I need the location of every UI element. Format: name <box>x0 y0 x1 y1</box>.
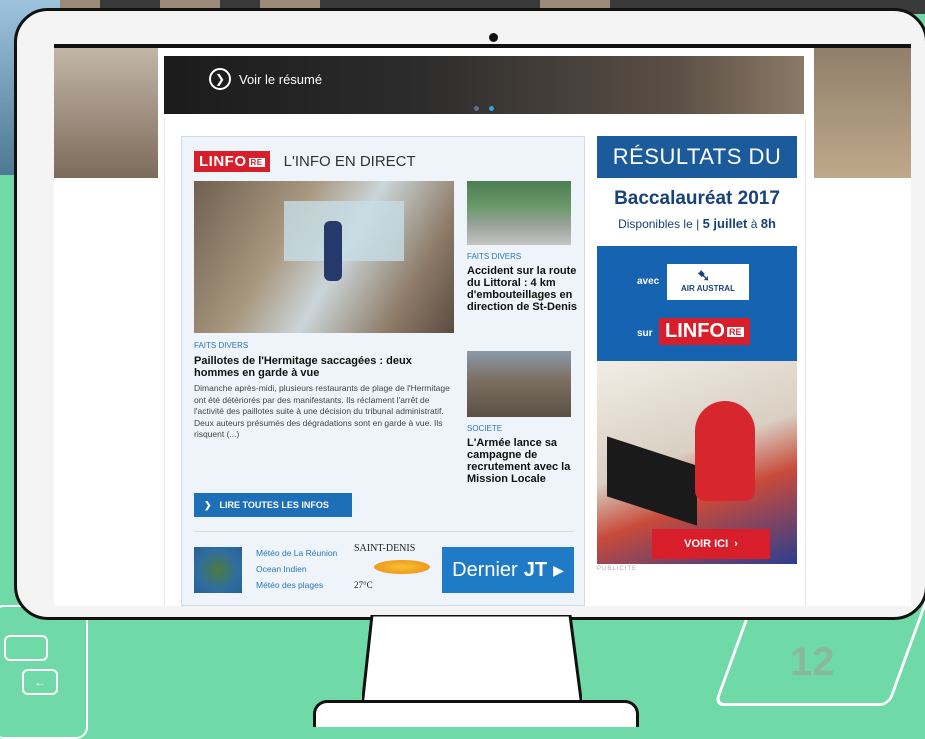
ad-sur-label: sur <box>637 328 653 339</box>
main-article-title[interactable]: Paillotes de l'Hermitage saccagées : deu… <box>194 355 434 379</box>
hero-slider[interactable]: ❯ Voir le résumé <box>164 56 804 114</box>
air-austral-logo: AIR AUSTRAL <box>667 264 749 300</box>
panel-header: LINFO RE L'INFO EN DIRECT <box>194 151 416 172</box>
slide-number: 12 <box>790 640 835 684</box>
meteo-link[interactable]: Météo des plages <box>256 577 337 593</box>
student-image <box>695 401 755 501</box>
publicite-label: PUBLICITE <box>597 566 638 572</box>
monitor-stand <box>362 615 582 709</box>
side-photo-right <box>814 48 911 178</box>
read-all-label: LIRE TOUTES LES INFOS <box>219 500 329 510</box>
ad-linfo-logo: LINFO RE <box>659 318 750 345</box>
bac-results-ad[interactable]: RÉSULTATS DU Baccalauréat 2017 Disponibl… <box>597 136 797 564</box>
chevron-right-icon: ❯ <box>204 499 212 510</box>
slider-dot[interactable] <box>474 106 479 111</box>
side-photo-left <box>54 48 158 178</box>
ad-partner-block: avec AIR AUSTRAL sur LINFORE <box>597 246 797 361</box>
laptop-image <box>607 436 697 526</box>
chevron-right-icon: › <box>734 538 738 550</box>
article-2-title[interactable]: L'Armée lance sa campagne de recrutement… <box>467 437 579 485</box>
keyboard-icon: ← <box>0 605 88 739</box>
play-icon: ▶ <box>553 561 564 578</box>
slider-dot-active[interactable] <box>489 106 494 111</box>
article-1-image[interactable] <box>467 181 571 245</box>
main-content: LINFO RE L'INFO EN DIRECT FAITS DIVERS Pa… <box>164 118 806 606</box>
weather-city: SAINT-DENIS <box>354 543 416 554</box>
panel-heading: L'INFO EN DIRECT <box>283 153 416 170</box>
article-1-category[interactable]: FAITS DIVERS <box>467 252 521 261</box>
meteo-links: Météo de La Réunion Ocean Indien Météo d… <box>256 545 337 593</box>
jt-label: Dernier <box>452 558 518 581</box>
meteo-link[interactable]: Météo de La Réunion <box>256 545 337 561</box>
weather-temperature: 27°C <box>354 580 373 590</box>
info-direct-panel: LINFO RE L'INFO EN DIRECT FAITS DIVERS Pa… <box>181 136 585 606</box>
meteo-map-image[interactable] <box>194 547 242 593</box>
slider-dots[interactable] <box>474 106 494 111</box>
ad-student-photo: VOIR ICI › <box>597 361 797 564</box>
main-article-excerpt: Dimanche après-midi, plusieurs restauran… <box>194 383 450 439</box>
voir-resume-link[interactable]: ❯ Voir le résumé <box>209 68 322 90</box>
linfo-logo[interactable]: LINFO RE <box>194 151 270 172</box>
article-1-title[interactable]: Accident sur la route du Littoral : 4 km… <box>467 265 579 313</box>
browser-screen: ❯ Voir le résumé LINFO RE L'INFO EN DIREC… <box>54 44 911 606</box>
main-article-category[interactable]: FAITS DIVERS <box>194 341 248 350</box>
monitor-base <box>313 700 639 727</box>
meteo-link[interactable]: Ocean Indien <box>256 561 337 577</box>
article-2-image[interactable] <box>467 351 571 417</box>
jt-label-bold: JT <box>523 558 548 581</box>
chevron-right-icon: ❯ <box>209 68 231 90</box>
sun-icon <box>374 560 430 574</box>
divider <box>194 531 574 532</box>
camera-icon <box>489 33 498 42</box>
dernier-jt-button[interactable]: Dernier JT ▶ <box>442 547 574 593</box>
ad-headline: RÉSULTATS DU <box>597 136 797 178</box>
ad-bac-title: Baccalauréat 2017 <box>614 188 780 209</box>
read-all-button[interactable]: ❯ LIRE TOUTES LES INFOS <box>194 493 352 517</box>
voir-resume-label: Voir le résumé <box>239 71 323 87</box>
ad-avec-label: avec <box>637 276 660 287</box>
article-2-category[interactable]: SOCIETE <box>467 424 502 433</box>
voir-ici-button[interactable]: VOIR ICI › <box>652 529 770 559</box>
main-article-image[interactable] <box>194 181 454 333</box>
ad-date-line: Disponibles le | 5 juillet à 8h <box>618 216 776 231</box>
